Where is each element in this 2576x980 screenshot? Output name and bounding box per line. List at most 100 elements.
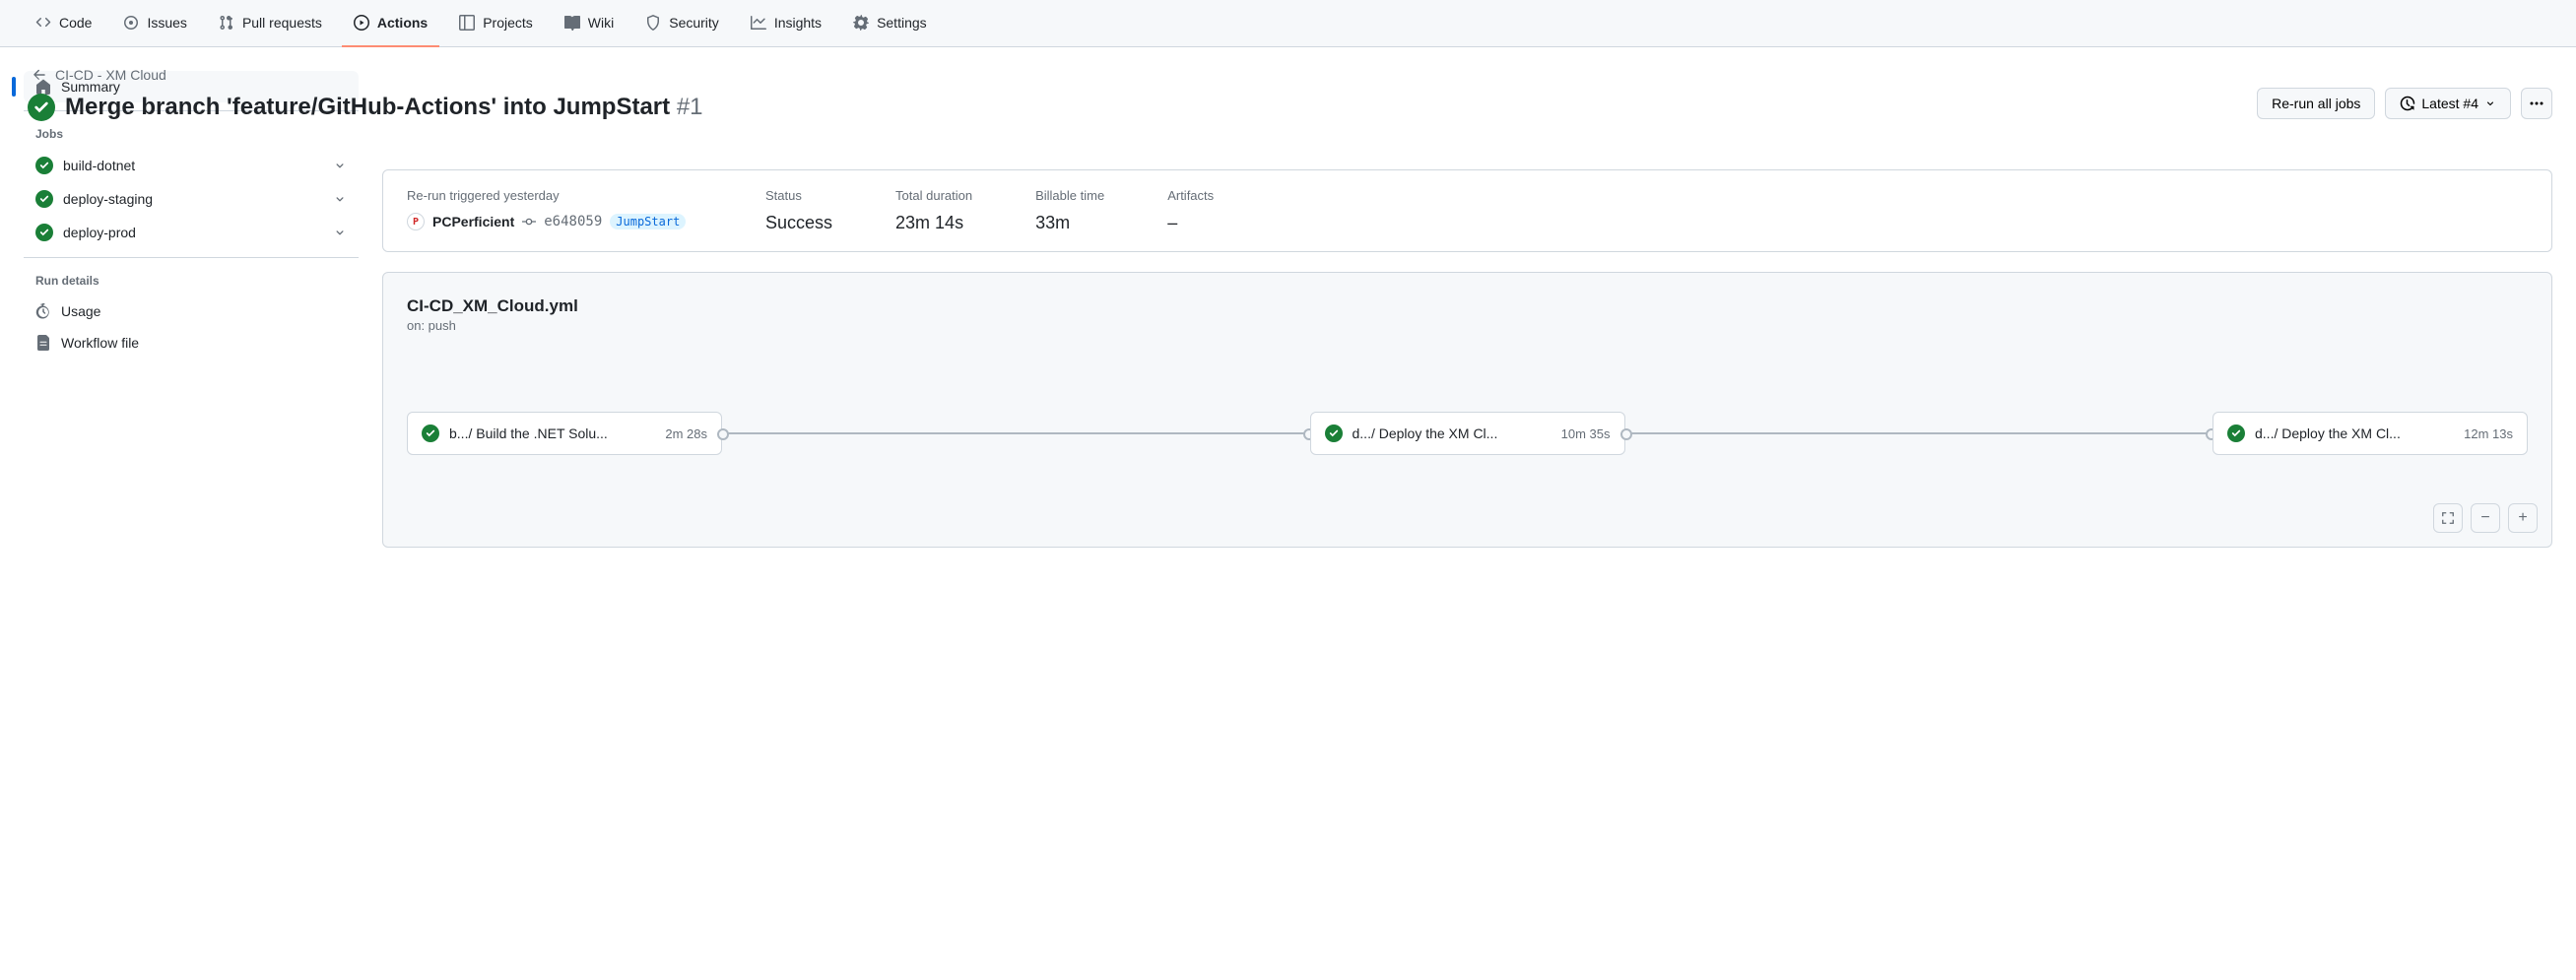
sidebar-section-run-details: Run details xyxy=(24,266,359,295)
sidebar-workflow-file[interactable]: Workflow file xyxy=(24,327,359,359)
issues-icon xyxy=(123,15,139,31)
tab-label: Wiki xyxy=(588,15,614,31)
fullscreen-icon xyxy=(2441,511,2455,525)
job-label: b.../ Build the .NET Solu... xyxy=(449,425,655,441)
tab-label: Security xyxy=(669,15,719,31)
check-circle-icon xyxy=(422,425,439,442)
run-number: #1 xyxy=(677,94,703,120)
duration-label: Total duration xyxy=(895,188,972,203)
shield-icon xyxy=(645,15,661,31)
gear-icon xyxy=(853,15,869,31)
run-summary-card: Re-run triggered yesterday P PCPerficien… xyxy=(382,169,2552,252)
pull-request-icon xyxy=(219,15,234,31)
zoom-in-button[interactable]: + xyxy=(2508,503,2538,533)
branch-badge[interactable]: JumpStart xyxy=(610,214,686,229)
graph-edge xyxy=(1625,432,2213,434)
divider xyxy=(24,257,359,258)
page-title: Merge branch 'feature/GitHub-Actions' in… xyxy=(65,93,703,122)
tab-security[interactable]: Security xyxy=(633,0,731,47)
button-label: Re-run all jobs xyxy=(2272,96,2360,111)
graph-edge xyxy=(722,432,1310,434)
plus-icon: + xyxy=(2518,509,2527,527)
rerun-all-button[interactable]: Re-run all jobs xyxy=(2257,88,2375,119)
job-duration: 10m 35s xyxy=(1561,426,1611,441)
trigger-label: Re-run triggered yesterday xyxy=(407,188,702,203)
breadcrumb-label: CI-CD - XM Cloud xyxy=(55,67,166,83)
billable-value[interactable]: 33m xyxy=(1035,213,1104,233)
graph-controls: − + xyxy=(2433,503,2538,533)
table-icon xyxy=(459,15,475,31)
tab-issues[interactable]: Issues xyxy=(111,0,198,47)
commit-hash[interactable]: e648059 xyxy=(544,214,602,229)
tab-label: Pull requests xyxy=(242,15,322,31)
repo-tabnav: Code Issues Pull requests Actions Projec… xyxy=(0,0,2576,47)
trigger-info: P PCPerficient e648059 JumpStart xyxy=(407,213,702,230)
breadcrumb[interactable]: CI-CD - XM Cloud xyxy=(24,67,359,83)
graph-icon xyxy=(751,15,766,31)
job-name: deploy-prod xyxy=(63,225,136,240)
page-title-row: Merge branch 'feature/GitHub-Actions' in… xyxy=(24,93,2233,122)
stopwatch-icon xyxy=(35,303,51,319)
kebab-menu-button[interactable] xyxy=(2521,88,2552,119)
tab-label: Insights xyxy=(774,15,822,31)
job-name: deploy-staging xyxy=(63,191,153,207)
zoom-out-button[interactable]: − xyxy=(2471,503,2500,533)
job-node-deploy-1[interactable]: d.../ Deploy the XM Cl... 10m 35s xyxy=(1310,412,1625,455)
kebab-icon xyxy=(2529,96,2544,111)
job-name: build-dotnet xyxy=(63,158,135,173)
check-circle-icon xyxy=(35,224,53,241)
check-circle-icon xyxy=(1325,425,1343,442)
job-node-build[interactable]: b.../ Build the .NET Solu... 2m 28s xyxy=(407,412,722,455)
tab-pull-requests[interactable]: Pull requests xyxy=(207,0,334,47)
code-icon xyxy=(35,15,51,31)
play-circle-icon xyxy=(354,15,369,31)
job-node-deploy-2[interactable]: d.../ Deploy the XM Cl... 12m 13s xyxy=(2213,412,2528,455)
status-value: Success xyxy=(765,213,832,233)
sidebar-item-label: Workflow file xyxy=(61,335,139,351)
billable-label: Billable time xyxy=(1035,188,1104,203)
chevron-down-icon xyxy=(333,159,347,172)
check-circle-icon xyxy=(35,157,53,174)
duration-value[interactable]: 23m 14s xyxy=(895,213,972,233)
check-circle-icon xyxy=(2227,425,2245,442)
avatar: P xyxy=(407,213,425,230)
tab-label: Issues xyxy=(147,15,186,31)
tab-label: Actions xyxy=(377,15,428,31)
commit-icon xyxy=(522,215,536,229)
book-icon xyxy=(564,15,580,31)
sidebar-job-build-dotnet[interactable]: build-dotnet xyxy=(24,149,359,182)
artifacts-label: Artifacts xyxy=(1167,188,1214,203)
file-icon xyxy=(35,335,51,351)
author-name[interactable]: PCPerficient xyxy=(432,214,514,229)
check-circle-icon xyxy=(28,94,55,121)
tab-label: Projects xyxy=(483,15,533,31)
arrow-left-icon xyxy=(32,67,47,83)
tab-projects[interactable]: Projects xyxy=(447,0,545,47)
minus-icon: − xyxy=(2480,509,2489,527)
chevron-down-icon xyxy=(333,192,347,206)
chevron-down-icon xyxy=(2484,98,2496,109)
latest-run-dropdown[interactable]: Latest #4 xyxy=(2385,88,2511,119)
sidebar-job-deploy-staging[interactable]: deploy-staging xyxy=(24,182,359,216)
fullscreen-button[interactable] xyxy=(2433,503,2463,533)
tab-insights[interactable]: Insights xyxy=(739,0,833,47)
tab-wiki[interactable]: Wiki xyxy=(553,0,626,47)
workflow-trigger: on: push xyxy=(407,318,2528,333)
workflow-file-name: CI-CD_XM_Cloud.yml xyxy=(407,296,2528,316)
tab-settings[interactable]: Settings xyxy=(841,0,939,47)
main-panel: CI-CD - XM Cloud Merge branch 'feature/G… xyxy=(382,71,2552,567)
tab-label: Code xyxy=(59,15,92,31)
workflow-graph[interactable]: b.../ Build the .NET Solu... 2m 28s d...… xyxy=(407,412,2528,455)
workflow-graph-card: CI-CD_XM_Cloud.yml on: push b.../ Build … xyxy=(382,272,2552,548)
sidebar-item-label: Usage xyxy=(61,303,100,319)
tab-label: Settings xyxy=(877,15,927,31)
artifacts-value: – xyxy=(1167,213,1214,233)
sidebar-usage[interactable]: Usage xyxy=(24,295,359,327)
sidebar-job-deploy-prod[interactable]: deploy-prod xyxy=(24,216,359,249)
status-label: Status xyxy=(765,188,832,203)
chevron-down-icon xyxy=(333,226,347,239)
tab-code[interactable]: Code xyxy=(24,0,103,47)
button-label: Latest #4 xyxy=(2421,96,2478,111)
tab-actions[interactable]: Actions xyxy=(342,0,439,47)
job-label: d.../ Deploy the XM Cl... xyxy=(1353,425,1552,441)
